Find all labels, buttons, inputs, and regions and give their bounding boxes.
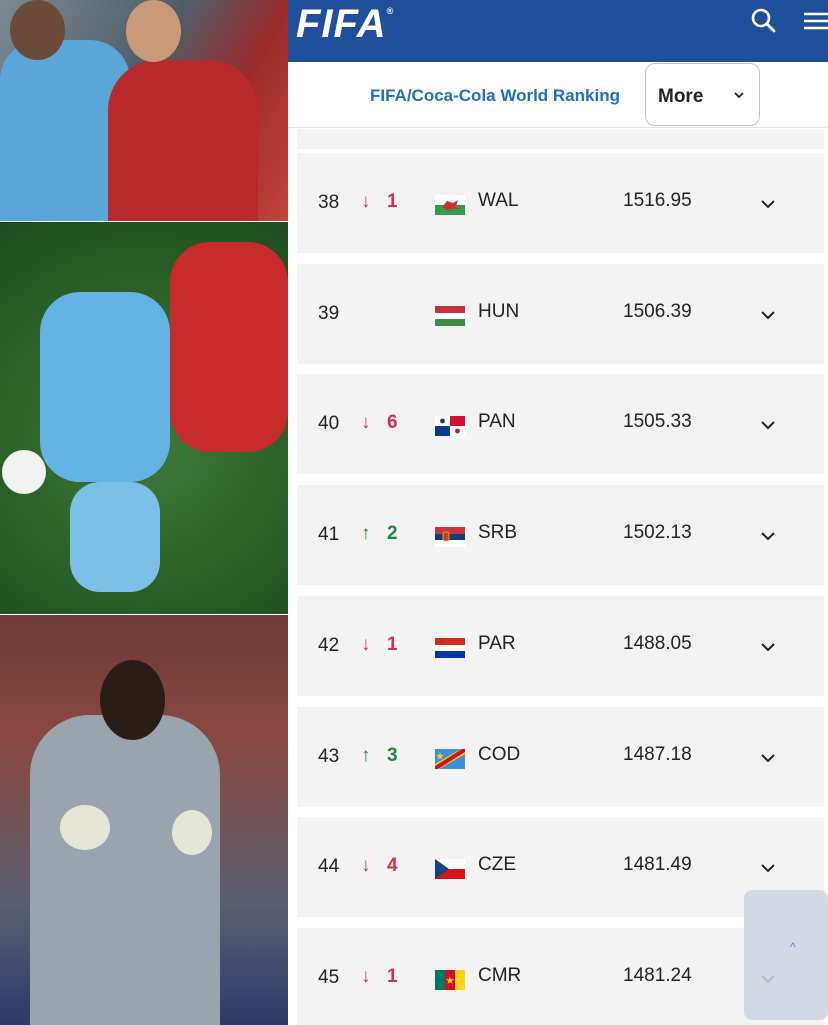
hamburger-menu-icon[interactable] [800, 5, 828, 37]
goalkeeper-photo [0, 615, 298, 1025]
scroll-to-top-button[interactable]: ^ [744, 890, 828, 1020]
table-row[interactable]: 40 ↓ 6 PAN 1505.33 [297, 374, 824, 475]
rank-change-value: 1 [387, 633, 398, 655]
rank-change-value: 3 [387, 744, 398, 766]
rank-number: 38 [318, 192, 340, 213]
flag-wales-icon [435, 195, 465, 215]
arrow-down-icon: ↓ [361, 855, 371, 877]
chevron-down-icon [734, 92, 744, 99]
fifa-logo[interactable]: FIFA® [296, 2, 394, 47]
rank-number: 39 [318, 302, 340, 324]
rank-change-value: 1 [387, 965, 398, 987]
flag-dr-congo-icon [435, 748, 465, 769]
rank-change-value: 1 [387, 191, 398, 212]
ranking-subnav: FIFA/Coca-Cola World Ranking More [288, 62, 828, 128]
expand-chevron-down-icon[interactable] [759, 416, 777, 434]
table-row[interactable]: 42 ↓ 1 PAR 1488.05 [297, 595, 824, 696]
arrow-down-icon: ↓ [361, 633, 371, 655]
arrow-up-icon: ↑ [361, 523, 371, 545]
team-code: COD [478, 743, 521, 765]
rank-change: ↑ 3 [361, 745, 398, 767]
rank-change-value: 4 [387, 855, 398, 877]
table-row-partial [297, 129, 824, 149]
rank-number: 44 [318, 856, 340, 878]
expand-chevron-down-icon[interactable] [759, 638, 777, 656]
team-code: SRB [478, 522, 518, 544]
arrow-down-icon: ↓ [361, 965, 371, 987]
team-points: 1516.95 [623, 190, 692, 211]
expand-chevron-down-icon[interactable] [759, 859, 777, 877]
expand-chevron-down-icon[interactable] [759, 749, 777, 767]
team-code: CMR [478, 964, 522, 986]
logo-text: FIFA [296, 2, 387, 46]
rank-change: ↑ 2 [361, 523, 398, 545]
team-points: 1487.18 [623, 743, 692, 765]
expand-chevron-down-icon[interactable] [759, 195, 777, 213]
flag-czechia-icon [435, 859, 465, 880]
rank-number: 40 [318, 413, 340, 435]
expand-chevron-down-icon[interactable] [759, 306, 777, 324]
rank-change: ↓ 1 [361, 191, 398, 213]
search-icon[interactable] [748, 5, 780, 37]
team-code: PAN [478, 411, 516, 433]
expand-chevron-down-icon[interactable] [759, 527, 777, 545]
match-photo-top [0, 0, 288, 221]
team-points: 1481.24 [623, 964, 692, 986]
table-row[interactable]: 41 ↑ 2 SRB 1502.13 [297, 485, 824, 586]
team-code: HUN [478, 300, 520, 322]
rank-change-value: 2 [387, 523, 398, 545]
arrow-down-icon: ↓ [361, 191, 371, 212]
team-code: PAR [478, 632, 516, 654]
flag-hungary-icon [435, 305, 465, 326]
flag-cameroon-icon [435, 969, 465, 990]
table-row[interactable]: 43 ↑ 3 COD 1487.18 [297, 706, 824, 807]
rank-change-value: 6 [387, 412, 398, 434]
team-code: WAL [478, 190, 519, 211]
table-row[interactable]: 39 HUN 1506.39 [297, 263, 824, 364]
more-dropdown-button[interactable]: More [645, 63, 760, 126]
flag-panama-icon [435, 416, 465, 437]
arrow-down-icon: ↓ [361, 412, 371, 434]
rank-change: ↓ 6 [361, 412, 398, 434]
team-points: 1488.05 [623, 632, 692, 654]
rank-number: 42 [318, 634, 340, 656]
team-code: CZE [478, 854, 516, 876]
table-row[interactable]: 38 ↓ 1 WAL 1516.95 [297, 153, 824, 253]
flag-serbia-icon [435, 527, 465, 548]
flag-paraguay-icon [435, 637, 465, 658]
chevron-up-icon: ^ [790, 940, 796, 954]
rank-change: ↓ 1 [361, 966, 398, 988]
match-photo-middle [0, 222, 288, 614]
rank-change: ↓ 1 [361, 634, 398, 656]
registered-mark: ® [386, 6, 395, 16]
team-points: 1502.13 [623, 522, 692, 544]
arrow-up-icon: ↑ [361, 744, 371, 766]
rank-number: 45 [318, 966, 340, 988]
team-points: 1481.49 [623, 854, 692, 876]
team-points: 1506.39 [623, 300, 692, 322]
world-ranking-link[interactable]: FIFA/Coca-Cola World Ranking [370, 86, 620, 106]
rank-number: 41 [318, 524, 340, 546]
more-label: More [658, 86, 704, 107]
rank-number: 43 [318, 745, 340, 767]
team-points: 1505.33 [623, 411, 692, 433]
site-header: FIFA® [288, 0, 828, 62]
rank-change: ↓ 4 [361, 855, 398, 877]
